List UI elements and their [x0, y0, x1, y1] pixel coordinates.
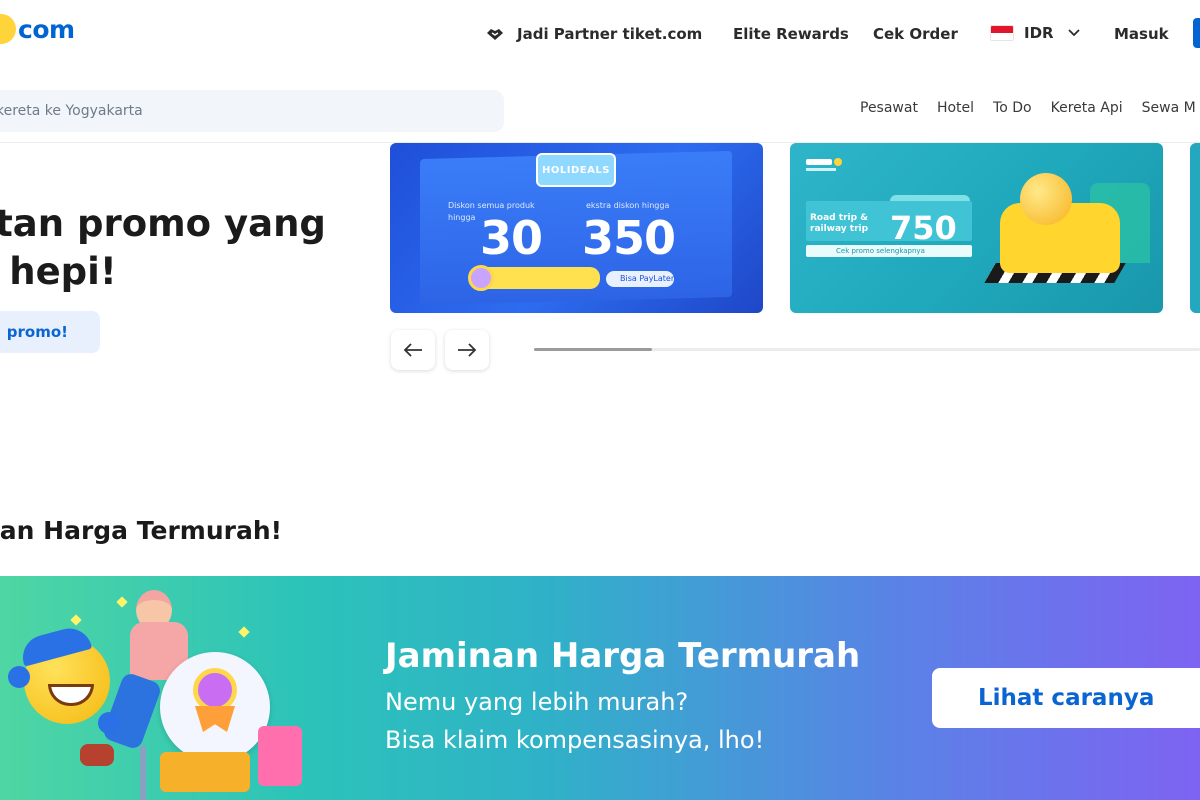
promo-cta-strip: Cek promo selengkapnya — [806, 245, 972, 257]
mascot-illustration — [1020, 173, 1072, 225]
login-button[interactable]: Masuk — [1114, 24, 1169, 43]
see-promo-label: promo! — [6, 323, 68, 341]
cart-illustration — [140, 746, 146, 800]
chevron-down-icon — [1067, 29, 1080, 37]
holideals-badge-text: HOLIDEALS — [542, 164, 610, 176]
hero-title: etan promo yang n hepi! — [0, 200, 350, 296]
luggage-illustration — [160, 752, 250, 792]
nav-elite-label: Elite Rewards — [733, 25, 849, 43]
logo-dot — [0, 14, 16, 44]
promo-cta-text: Cek promo selengkapnya — [836, 247, 925, 255]
promo-value-left: 30 — [480, 211, 543, 265]
product-nav-pesawat[interactable]: Pesawat — [860, 100, 918, 116]
logo[interactable]: com — [0, 14, 75, 44]
promo-card-holideals[interactable]: HOLIDEALS Diskon semua produk hingga 30 … — [390, 143, 763, 313]
register-button-edge[interactable] — [1193, 18, 1200, 48]
arrow-right-icon — [458, 343, 477, 357]
price-guarantee-banner: Jaminan Harga Termurah Nemu yang lebih m… — [0, 576, 1200, 800]
glove-illustration — [98, 712, 120, 734]
nav-elite-rewards[interactable]: Elite Rewards — [733, 24, 849, 43]
hero-title-line1: etan promo yang — [0, 202, 326, 245]
promo-card-roadtrip[interactable]: Road trip & railway trip 750 Cek promo s… — [790, 143, 1163, 313]
paylater-label: Bisa PayLater — [620, 274, 675, 283]
hero-title-line2: n hepi! — [0, 250, 117, 293]
see-how-button[interactable]: Lihat caranya — [932, 668, 1200, 728]
promo-caption-left: Diskon semua produk — [448, 201, 535, 210]
arrow-left-icon — [403, 343, 422, 357]
promo-caption-left2: hingga — [448, 213, 476, 222]
holideals-badge: HOLIDEALS — [536, 153, 616, 187]
carousel-scroll-thumb[interactable] — [534, 348, 652, 351]
see-promo-button[interactable]: promo! — [0, 311, 100, 353]
top-header: com Jadi Partner tiket.com Elite Rewards… — [0, 0, 1200, 68]
search-input[interactable]: kereta ke Yogyakarta — [0, 90, 504, 132]
see-how-label: Lihat caranya — [978, 685, 1155, 711]
indonesia-flag-icon — [990, 25, 1014, 41]
currency-label: IDR — [1024, 24, 1054, 42]
product-nav-todo[interactable]: To Do — [993, 100, 1032, 116]
banner-subtitle-1: Nemu yang lebih murah? — [385, 688, 689, 716]
medal-icon — [468, 265, 494, 291]
roadtrip-value: 750 — [890, 209, 957, 247]
banner-subtitle-2: Bisa klaim kompensasinya, lho! — [385, 726, 765, 754]
nav-partner[interactable]: Jadi Partner tiket.com — [485, 24, 702, 44]
product-nav-kereta[interactable]: Kereta Api — [1051, 100, 1123, 116]
carousel-prev-button[interactable] — [391, 330, 435, 370]
person-legs-illustration — [101, 671, 163, 751]
paylater-pill: Bisa PayLater — [606, 271, 674, 287]
product-nav-sewa[interactable]: Sewa M — [1142, 100, 1196, 116]
sparkle-icon — [238, 626, 250, 638]
suitcase-illustration — [258, 726, 302, 786]
product-nav-hotel[interactable]: Hotel — [937, 100, 974, 116]
promo-caption-right: ekstra diskon hingga — [586, 201, 670, 210]
brand-logo-icon — [806, 158, 842, 171]
product-nav: Pesawat Hotel To Do Kereta Api Sewa M — [860, 100, 1196, 116]
rosette-icon — [193, 668, 237, 712]
handshake-icon — [487, 29, 503, 40]
carousel-next-button[interactable] — [445, 330, 489, 370]
currency-selector[interactable]: IDR — [990, 24, 1080, 42]
sparkle-icon — [70, 614, 82, 626]
logo-text: com — [18, 14, 75, 44]
glove-illustration — [8, 666, 30, 688]
section-title: nan Harga Termurah! — [0, 516, 283, 545]
login-label: Masuk — [1114, 25, 1169, 43]
shoe-illustration — [80, 744, 114, 766]
sparkle-icon — [116, 596, 128, 608]
roadtrip-label: Road trip & railway trip — [810, 213, 869, 234]
banner-title: Jaminan Harga Termurah — [385, 636, 861, 676]
nav-partner-label: Jadi Partner tiket.com — [517, 25, 703, 43]
promo-card-next[interactable] — [1190, 143, 1200, 313]
promo-value-right: 350 — [582, 211, 676, 265]
nav-cek-order[interactable]: Cek Order — [873, 24, 958, 43]
nav-cek-order-label: Cek Order — [873, 25, 958, 43]
search-placeholder: kereta ke Yogyakarta — [0, 103, 143, 119]
